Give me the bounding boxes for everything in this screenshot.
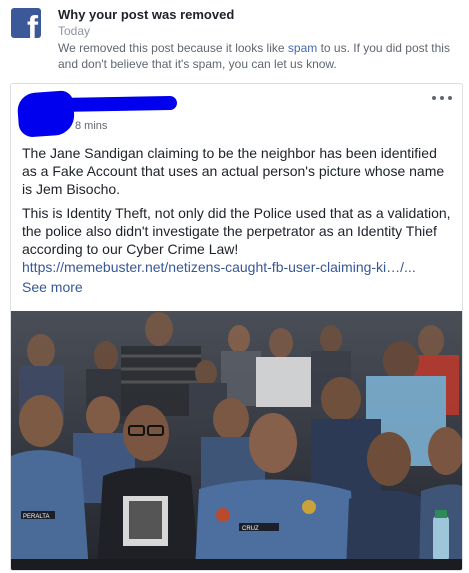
post-paragraph-1: The Jane Sandigan claiming to be the nei… [22, 145, 445, 197]
notice-body: We removed this post because it looks li… [58, 40, 462, 72]
notice-body-text: We removed this post because it looks li… [58, 41, 288, 55]
police-group-photo: PERALTA CRUZ [11, 311, 462, 570]
post-timestamp[interactable]: 8 mins [75, 120, 107, 132]
post-url-link[interactable]: https://memebuster.net/netizens-caught-f… [22, 258, 452, 276]
notice-time: Today [58, 24, 91, 38]
name-tag-center: CRUZ [242, 526, 259, 532]
notice-title: Why your post was removed [58, 7, 235, 22]
post-author-row: 8 mins [11, 84, 462, 138]
redacted-author-name [50, 95, 178, 113]
see-more-link[interactable]: See more [22, 278, 83, 296]
removal-notice: f Why your post was removed Today We rem… [0, 0, 469, 80]
post-paragraph-2: This is Identity Theft, not only did the… [22, 204, 452, 296]
more-options-icon[interactable] [432, 91, 452, 105]
spam-link[interactable]: spam [288, 41, 317, 55]
name-tag-left: PERALTA [23, 514, 49, 520]
facebook-logo-icon: f [11, 8, 41, 38]
post-photo[interactable]: PERALTA CRUZ [11, 311, 462, 570]
post-text: The Jane Sandigan claiming to be the nei… [22, 144, 452, 302]
post-paragraph-2-text: This is Identity Theft, not only did the… [22, 205, 451, 257]
post-card: 8 mins The Jane Sandigan claiming to be … [10, 83, 463, 571]
